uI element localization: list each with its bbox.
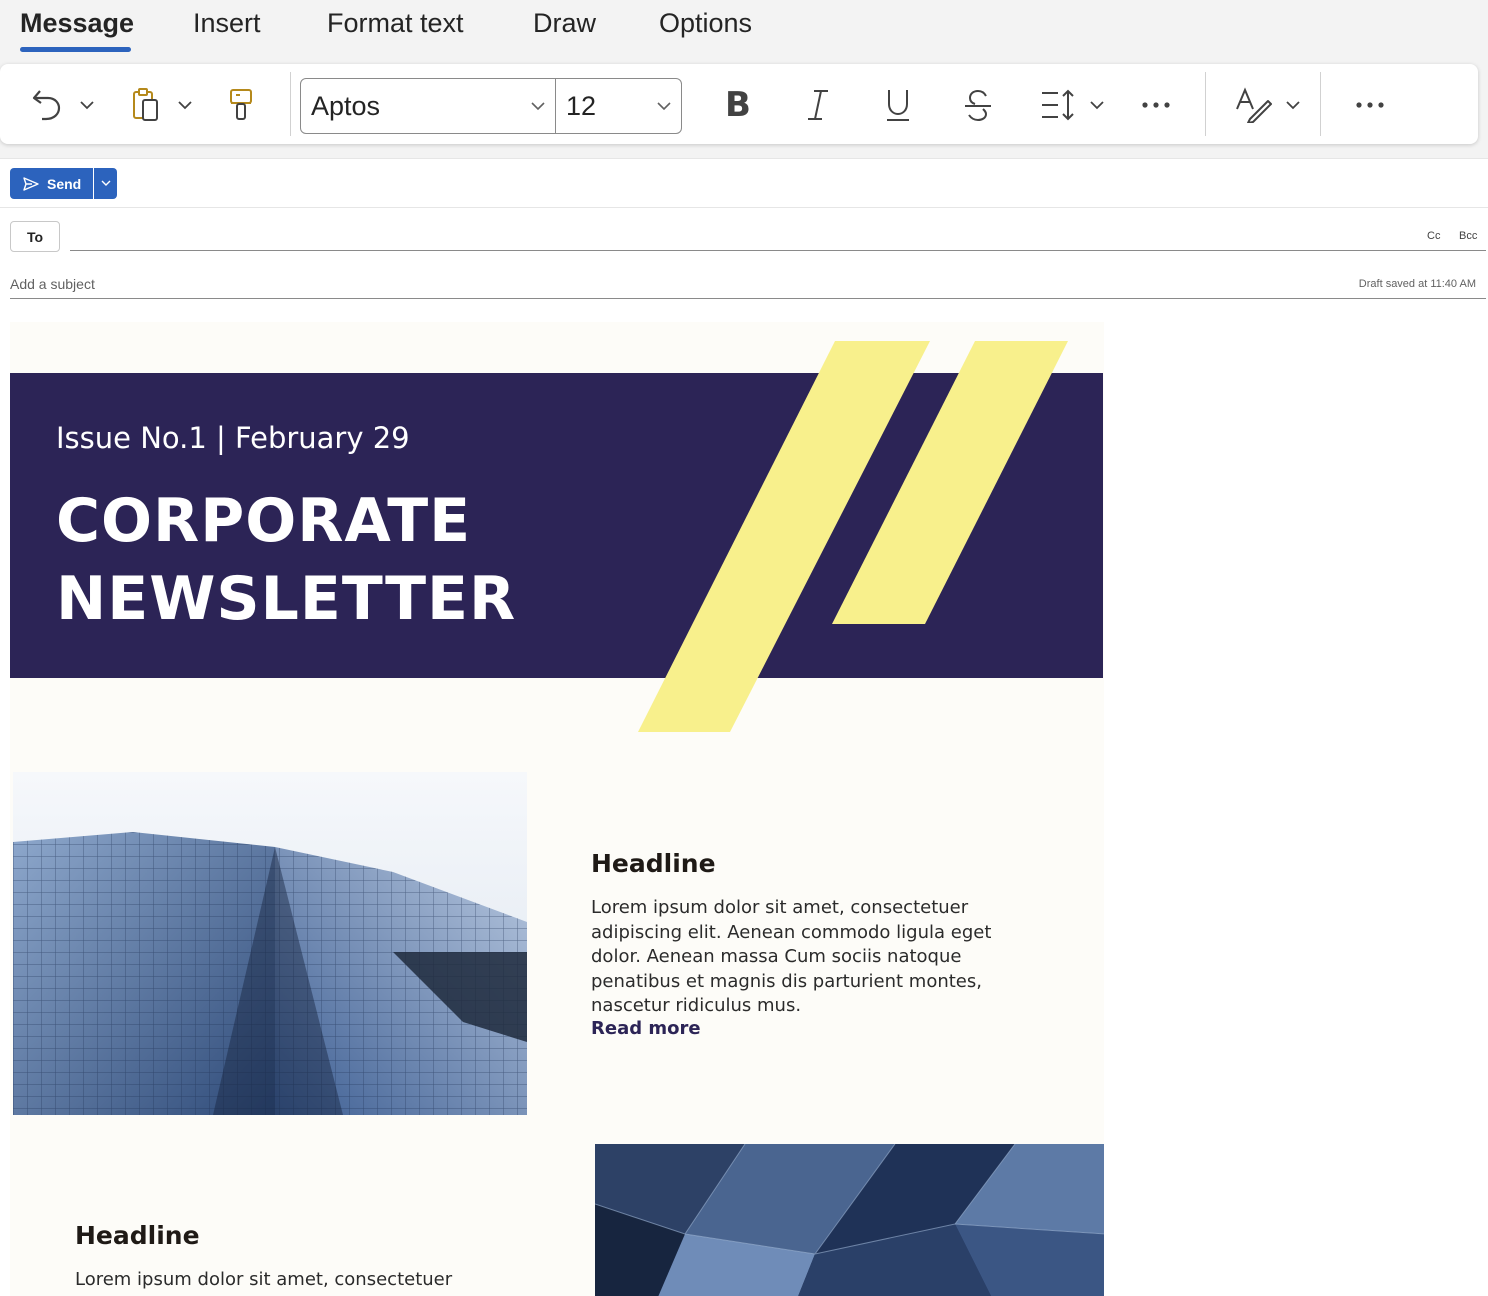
strikethrough-icon[interactable]	[956, 82, 1000, 128]
tab-draw[interactable]: Draw	[533, 8, 596, 39]
ribbon-tabbar: Message Insert Format text Draw Options	[0, 0, 1488, 62]
cc-button[interactable]: Cc	[1427, 230, 1440, 242]
undo-icon[interactable]	[26, 84, 68, 126]
bcc-button[interactable]: Bcc	[1459, 230, 1477, 242]
to-button[interactable]: To	[10, 221, 60, 252]
font-size-select[interactable]: 12	[555, 78, 682, 134]
font-size-value: 12	[566, 90, 597, 121]
toolbar-separator	[1320, 72, 1321, 136]
more-options-icon[interactable]	[1350, 90, 1390, 120]
line-spacing-chevron-down-icon[interactable]	[1086, 92, 1108, 118]
read-more-link[interactable]: Read more	[591, 1018, 701, 1039]
title-line-2: NEWSLETTER	[56, 564, 517, 634]
editor-icon[interactable]	[1232, 84, 1276, 126]
article-2-body: Lorem ipsum dolor sit amet, consectetuer…	[75, 1269, 453, 1296]
article-2-headline: Headline	[75, 1221, 200, 1250]
issue-date: Issue No.1 | February 29	[56, 421, 410, 455]
send-label: Send	[47, 175, 82, 192]
building-photo	[13, 772, 527, 1115]
glass-facade-photo	[595, 1144, 1104, 1296]
send-options-chevron-down-icon[interactable]	[94, 168, 117, 199]
underline-icon[interactable]	[876, 82, 920, 128]
font-name-chevron-down-icon	[521, 101, 555, 111]
to-input[interactable]	[70, 250, 1486, 251]
tab-format-text[interactable]: Format text	[327, 8, 464, 39]
formatting-toolbar: Aptos 12 B	[0, 64, 1478, 144]
subject-underline	[10, 298, 1486, 299]
font-name-select[interactable]: Aptos	[300, 78, 556, 134]
active-tab-indicator	[20, 47, 131, 52]
italic-icon[interactable]	[796, 82, 840, 128]
send-icon	[23, 176, 39, 191]
toolbar-separator	[1205, 72, 1206, 136]
article-1-headline: Headline	[591, 849, 716, 878]
tab-options[interactable]: Options	[659, 8, 752, 39]
font-size-chevron-down-icon	[647, 101, 681, 111]
send-button[interactable]: Send	[10, 168, 93, 199]
editor-chevron-down-icon[interactable]	[1282, 92, 1304, 118]
paste-icon[interactable]	[124, 84, 166, 126]
font-name-value: Aptos	[311, 90, 381, 121]
tab-insert[interactable]: Insert	[193, 8, 261, 39]
undo-dropdown-chevron-down-icon[interactable]	[76, 92, 98, 118]
article-1-body: Lorem ipsum dolor sit amet, consectetuer…	[591, 897, 992, 1016]
line-spacing-icon[interactable]	[1036, 84, 1080, 126]
toolbar-area: Aptos 12 B	[0, 62, 1488, 158]
title-line-1: CORPORATE	[56, 486, 472, 556]
draft-status: Draft saved at 11:40 AM	[1358, 278, 1476, 290]
format-painter-icon[interactable]	[220, 84, 262, 126]
newsletter-title: CORPORATE NEWSLETTER	[56, 482, 516, 638]
more-format-icon[interactable]	[1136, 90, 1176, 120]
subject-input[interactable]: Add a subject	[10, 276, 95, 292]
bold-icon[interactable]: B	[716, 82, 760, 128]
toolbar-separator	[290, 72, 291, 136]
tab-message[interactable]: Message	[20, 8, 134, 39]
send-row: Send	[0, 158, 1488, 208]
paste-dropdown-chevron-down-icon[interactable]	[174, 92, 196, 118]
message-body[interactable]: Issue No.1 | February 29 CORPORATE NEWSL…	[10, 322, 1104, 1296]
